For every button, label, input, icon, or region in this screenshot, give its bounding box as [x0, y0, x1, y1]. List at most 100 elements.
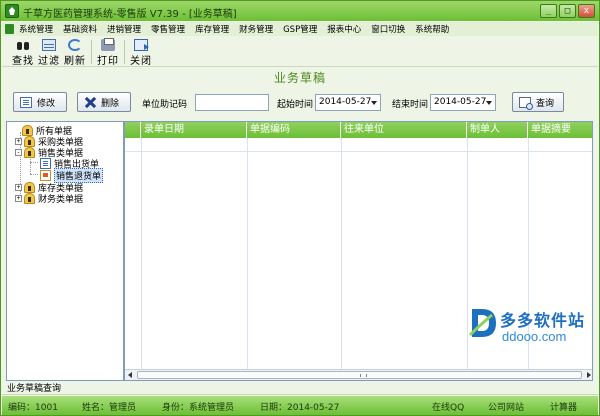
- chevron-down-icon: [486, 101, 492, 105]
- menu-purchase-sales[interactable]: 进销管理: [102, 23, 146, 35]
- status-date-value: 2014-05-27: [287, 403, 340, 413]
- menu-retail[interactable]: 零售管理: [146, 23, 190, 35]
- grid-column-line: [247, 138, 248, 369]
- start-time-label: 起始时间: [277, 100, 314, 110]
- delete-x-icon: [84, 97, 96, 108]
- status-name: 姓名：管理员: [82, 400, 136, 413]
- end-date-picker[interactable]: 2014-05-27: [430, 94, 496, 111]
- unit-code-input[interactable]: [195, 94, 269, 111]
- tree-item-finance-documents[interactable]: + 财务类单据: [15, 192, 84, 205]
- horizontal-scrollbar[interactable]: [125, 369, 592, 380]
- table-row[interactable]: [125, 138, 592, 152]
- app-logo-icon: [5, 4, 19, 18]
- delete-button[interactable]: 删除: [77, 92, 131, 112]
- edit-button-label: 修改: [37, 98, 56, 109]
- menu-help[interactable]: 系统帮助: [410, 23, 454, 35]
- unit-code-label: 单位助记码: [142, 100, 188, 110]
- scroll-left-icon[interactable]: [128, 372, 132, 378]
- maximize-button[interactable]: □: [559, 4, 576, 18]
- status-code-label: 编码：: [8, 403, 36, 413]
- search-tool-button[interactable]: 查找: [10, 37, 36, 67]
- watermark-text-cn: 多多软件站: [500, 311, 586, 330]
- query-icon: [519, 96, 533, 110]
- menu-gsp[interactable]: GSP管理: [278, 23, 322, 35]
- menu-app-icon: [5, 24, 14, 34]
- column-header-creator[interactable]: 制单人: [467, 122, 528, 138]
- status-caption: 业务草稿查询: [2, 383, 598, 395]
- watermark-text-en: ddooo.com: [502, 329, 567, 344]
- refresh-tool-button[interactable]: 刷新: [62, 37, 88, 67]
- scroll-right-icon[interactable]: [587, 372, 591, 378]
- refresh-tool-label: 刷新: [64, 56, 86, 67]
- folder-icon: [24, 135, 35, 147]
- main-window: 千草方医药管理系统-零售版 V7.39 - [业务草稿] _ □ x 系统管理 …: [0, 0, 600, 416]
- status-date: 日期：2014-05-27: [260, 400, 339, 413]
- delete-button-label: 删除: [101, 98, 120, 109]
- folder-icon: [24, 181, 35, 193]
- expand-icon[interactable]: +: [15, 137, 22, 145]
- printer-icon: [101, 38, 115, 51]
- title-bar[interactable]: 千草方医药管理系统-零售版 V7.39 - [业务草稿] _ □ x: [1, 1, 599, 21]
- menu-bar: 系统管理 基础资料 进销管理 零售管理 库存管理 财务管理 GSP管理 报表中心…: [2, 22, 598, 36]
- menu-finance[interactable]: 财务管理: [234, 23, 278, 35]
- minimize-button[interactable]: _: [540, 4, 557, 18]
- column-header-summary[interactable]: 单据摘要: [528, 122, 592, 138]
- online-qq-link[interactable]: 在线QQ: [432, 400, 464, 413]
- print-tool-button[interactable]: 打印: [95, 37, 121, 67]
- folder-icon: [22, 124, 33, 136]
- expand-icon[interactable]: +: [15, 194, 22, 202]
- close-tool-label: 关闭: [130, 56, 152, 67]
- status-name-value: 管理员: [109, 403, 137, 413]
- chevron-down-icon: [371, 101, 377, 105]
- tree-connector: [30, 156, 31, 174]
- exit-icon: [134, 39, 149, 51]
- calculator-link[interactable]: 计算器: [550, 400, 577, 413]
- refresh-icon: [68, 39, 82, 51]
- grid-row-indicator-header: [125, 122, 141, 138]
- toolbar: 查找 过滤 刷新 打印 关闭: [2, 37, 598, 67]
- start-date-picker[interactable]: 2014-05-27: [315, 94, 381, 111]
- tree-item-sales-return[interactable]: 销售退货单: [40, 167, 104, 183]
- watermark-logo-icon: [468, 309, 496, 337]
- folder-icon: [24, 146, 35, 158]
- menu-window-switch[interactable]: 窗口切换: [366, 23, 410, 35]
- start-date-value: 2014-05-27: [319, 97, 372, 107]
- print-tool-label: 打印: [97, 56, 119, 67]
- status-date-label: 日期：: [260, 403, 288, 413]
- menu-basic-data[interactable]: 基础资料: [58, 23, 102, 35]
- tree-item-label: 财务类单据: [38, 194, 84, 205]
- site-watermark: 多多软件站 ddooo.com: [466, 301, 600, 351]
- window-title: 千草方医药管理系统-零售版 V7.39 - [业务草稿]: [23, 9, 237, 20]
- menu-inventory[interactable]: 库存管理: [190, 23, 234, 35]
- collapse-icon[interactable]: -: [15, 148, 22, 156]
- tree-connector: [30, 174, 38, 175]
- status-role: 身份：系统管理员: [162, 400, 234, 413]
- query-button-label: 查询: [536, 98, 555, 109]
- edit-icon: [20, 96, 32, 108]
- column-header-entry-date[interactable]: 录单日期: [141, 122, 247, 138]
- query-button[interactable]: 查询: [512, 92, 564, 112]
- filter-tool-button[interactable]: 过滤: [36, 37, 62, 67]
- window-controls: _ □ x: [540, 4, 595, 18]
- expand-icon[interactable]: +: [15, 183, 22, 191]
- grid-column-line: [341, 138, 342, 369]
- status-code-value: 1001: [35, 403, 58, 413]
- edit-button[interactable]: 修改: [13, 92, 67, 112]
- filter-bar: 修改 删除 单位助记码 起始时间 2014-05-27 结束时间 2014-05…: [2, 89, 598, 117]
- menu-reports[interactable]: 报表中心: [322, 23, 366, 35]
- grid-column-line: [141, 138, 142, 369]
- close-tool-button[interactable]: 关闭: [128, 37, 154, 67]
- column-header-partner[interactable]: 往来单位: [341, 122, 467, 138]
- close-window-button[interactable]: x: [578, 4, 595, 18]
- binoculars-icon: [16, 39, 30, 51]
- toolbar-separator: [91, 40, 92, 64]
- company-website-link[interactable]: 公司网站: [488, 400, 524, 413]
- column-header-doc-code[interactable]: 单据编码: [247, 122, 341, 138]
- status-bar: 编码：1001 姓名：管理员 身份：系统管理员 日期：2014-05-27 在线…: [2, 396, 598, 415]
- filter-icon: [42, 39, 56, 51]
- scroll-thumb[interactable]: [137, 371, 582, 379]
- page-title: 业务草稿: [273, 71, 326, 85]
- folder-icon: [24, 192, 35, 204]
- status-code: 编码：1001: [8, 400, 58, 413]
- menu-system[interactable]: 系统管理: [14, 23, 58, 35]
